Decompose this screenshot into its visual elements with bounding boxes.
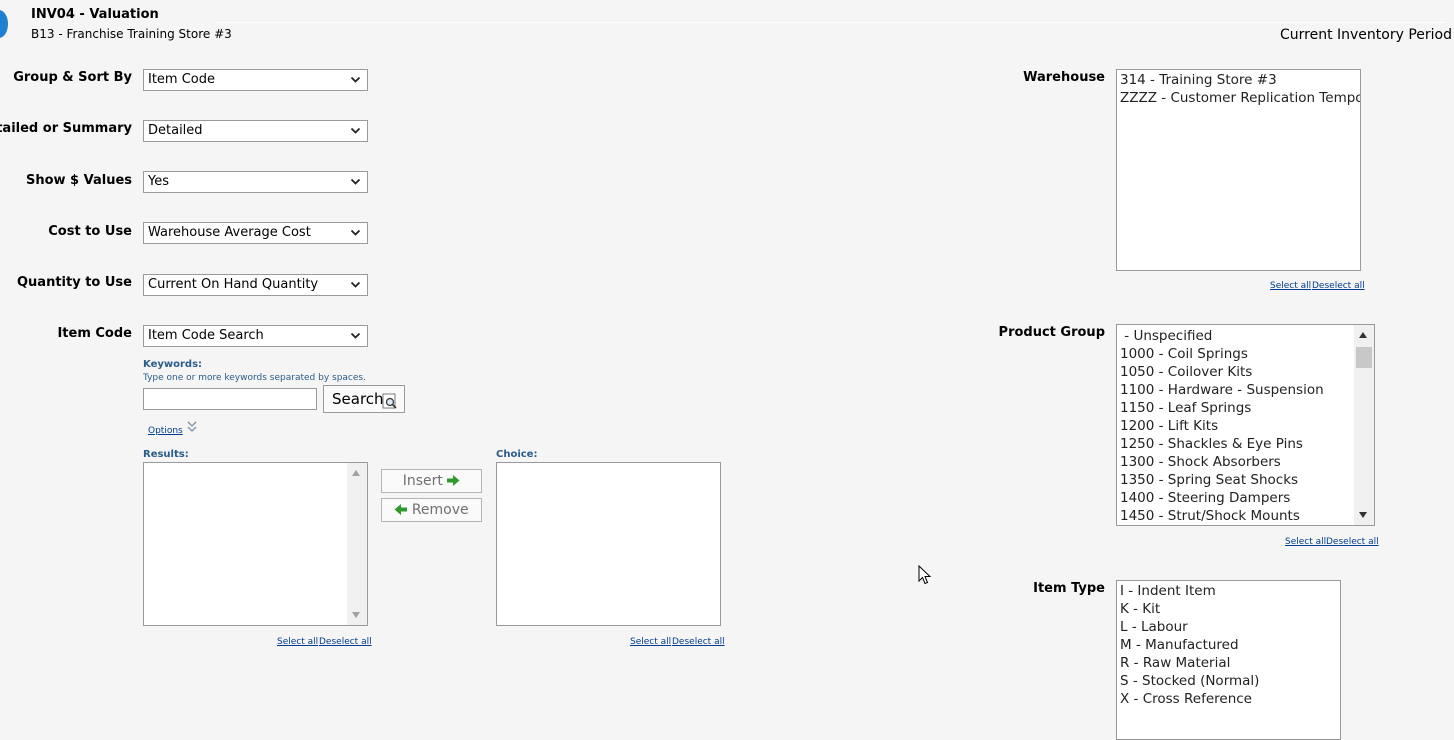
keywords-input[interactable]: [143, 388, 317, 410]
list-item[interactable]: 314 - Training Store #3: [1117, 71, 1360, 89]
list-item[interactable]: ZZZZ - Customer Replication Temporary: [1117, 89, 1360, 107]
list-item[interactable]: 1050 - Coilover Kits: [1117, 363, 1374, 381]
list-item[interactable]: I - Indent Item: [1117, 582, 1340, 600]
list-item[interactable]: K - Kit: [1117, 600, 1340, 618]
scroll-up-icon[interactable]: [352, 470, 360, 476]
mouse-cursor-icon: [918, 565, 932, 585]
list-item[interactable]: 1350 - Spring Seat Shocks: [1117, 471, 1374, 489]
warehouse-deselect-all-link[interactable]: Deselect all: [1312, 281, 1365, 291]
results-label: Results:: [143, 449, 189, 460]
list-item[interactable]: 1300 - Shock Absorbers: [1117, 453, 1374, 471]
page-title: INV04 - Valuation: [31, 7, 159, 22]
chevron-down-icon: [350, 178, 361, 185]
show-values-label: Show $ Values: [25, 173, 132, 188]
search-button[interactable]: Search: [323, 385, 405, 413]
double-chevron-down-icon[interactable]: [187, 421, 197, 433]
chevron-down-icon: [350, 332, 361, 339]
warehouse-select-all-link[interactable]: Select all: [1270, 281, 1311, 291]
chevron-down-icon: [350, 127, 361, 134]
arrow-right-icon: [447, 475, 460, 486]
search-button-label: Search: [332, 390, 384, 408]
list-item[interactable]: S - Stocked (Normal): [1117, 672, 1340, 690]
search-icon: [382, 393, 397, 409]
list-item[interactable]: - Unspecified: [1117, 327, 1374, 345]
item-code-label: Item Code: [57, 326, 132, 341]
show-values-value: Yes: [148, 174, 169, 189]
list-item[interactable]: 1150 - Leaf Springs: [1117, 399, 1374, 417]
item-type-listbox[interactable]: I - Indent Item K - Kit L - Labour M - M…: [1116, 580, 1341, 740]
quantity-to-use-label: Quantity to Use: [16, 275, 132, 290]
warehouse-label: Warehouse: [1023, 70, 1105, 85]
scroll-thumb[interactable]: [1356, 347, 1372, 368]
warehouse-listbox[interactable]: 314 - Training Store #3 ZZZZ - Customer …: [1116, 69, 1361, 271]
list-item[interactable]: X - Cross Reference: [1117, 690, 1340, 708]
list-item[interactable]: 1200 - Lift Kits: [1117, 417, 1374, 435]
group-sort-select[interactable]: Item Code: [143, 69, 368, 91]
list-item[interactable]: 1000 - Coil Springs: [1117, 345, 1374, 363]
group-sort-value: Item Code: [148, 72, 216, 87]
group-sort-label: Group & Sort By: [13, 70, 132, 85]
list-item[interactable]: 1250 - Shackles & Eye Pins: [1117, 435, 1374, 453]
list-item[interactable]: R - Raw Material: [1117, 654, 1340, 672]
detail-summary-value: Detailed: [148, 123, 203, 138]
cost-to-use-value: Warehouse Average Cost: [148, 225, 311, 240]
list-item[interactable]: 1450 - Strut/Shock Mounts: [1117, 507, 1374, 525]
product-group-listbox[interactable]: - Unspecified 1000 - Coil Springs 1050 -…: [1116, 324, 1375, 526]
product-group-label: Product Group: [998, 325, 1105, 340]
results-select-all-link[interactable]: Select all: [277, 637, 318, 647]
options-link[interactable]: Options: [148, 426, 183, 436]
item-code-value: Item Code Search: [148, 328, 264, 343]
cost-to-use-label: Cost to Use: [48, 224, 132, 239]
product-group-select-all-link[interactable]: Select all: [1285, 537, 1326, 547]
choice-deselect-all-link[interactable]: Deselect all: [672, 637, 725, 647]
list-item[interactable]: L - Labour: [1117, 618, 1340, 636]
keywords-hint: Type one or more keywords separated by s…: [143, 373, 366, 383]
insert-button-label: Insert: [402, 473, 443, 489]
choice-select-all-link[interactable]: Select all: [630, 637, 671, 647]
cost-to-use-select[interactable]: Warehouse Average Cost: [143, 222, 368, 244]
app-logo: [0, 10, 8, 38]
list-item[interactable]: M - Manufactured: [1117, 636, 1340, 654]
item-type-label: Item Type: [1033, 581, 1105, 596]
keywords-label: Keywords:: [143, 359, 203, 370]
scroll-up-icon[interactable]: [1359, 332, 1367, 338]
results-listbox[interactable]: [143, 462, 368, 626]
detail-summary-label: Detailed or Summary: [0, 121, 132, 136]
remove-button[interactable]: Remove: [381, 498, 482, 522]
list-item[interactable]: 1100 - Hardware - Suspension: [1117, 381, 1374, 399]
choice-listbox[interactable]: [496, 462, 721, 626]
choice-label: Choice:: [496, 449, 538, 460]
chevron-down-icon: [350, 281, 361, 288]
remove-button-label: Remove: [411, 502, 469, 518]
results-deselect-all-link[interactable]: Deselect all: [319, 637, 372, 647]
list-item[interactable]: 1400 - Steering Dampers: [1117, 489, 1374, 507]
quantity-to-use-value: Current On Hand Quantity: [148, 277, 319, 292]
scroll-down-icon[interactable]: [1359, 512, 1367, 518]
product-group-scrollbar[interactable]: [1354, 325, 1374, 525]
insert-button[interactable]: Insert: [381, 469, 482, 493]
scroll-down-icon[interactable]: [352, 612, 360, 618]
product-group-deselect-all-link[interactable]: Deselect all: [1326, 537, 1379, 547]
inventory-period-label: Current Inventory Period: [1279, 27, 1452, 43]
results-scrollbar[interactable]: [347, 463, 367, 625]
arrow-left-icon: [394, 504, 408, 515]
header-divider: [215, 22, 1445, 23]
detail-summary-select[interactable]: Detailed: [143, 120, 368, 142]
item-code-select[interactable]: Item Code Search: [143, 325, 368, 347]
chevron-down-icon: [350, 229, 361, 236]
store-subtitle: B13 - Franchise Training Store #3: [31, 27, 232, 41]
chevron-down-icon: [350, 76, 361, 83]
quantity-to-use-select[interactable]: Current On Hand Quantity: [143, 274, 368, 296]
show-values-select[interactable]: Yes: [143, 171, 368, 193]
